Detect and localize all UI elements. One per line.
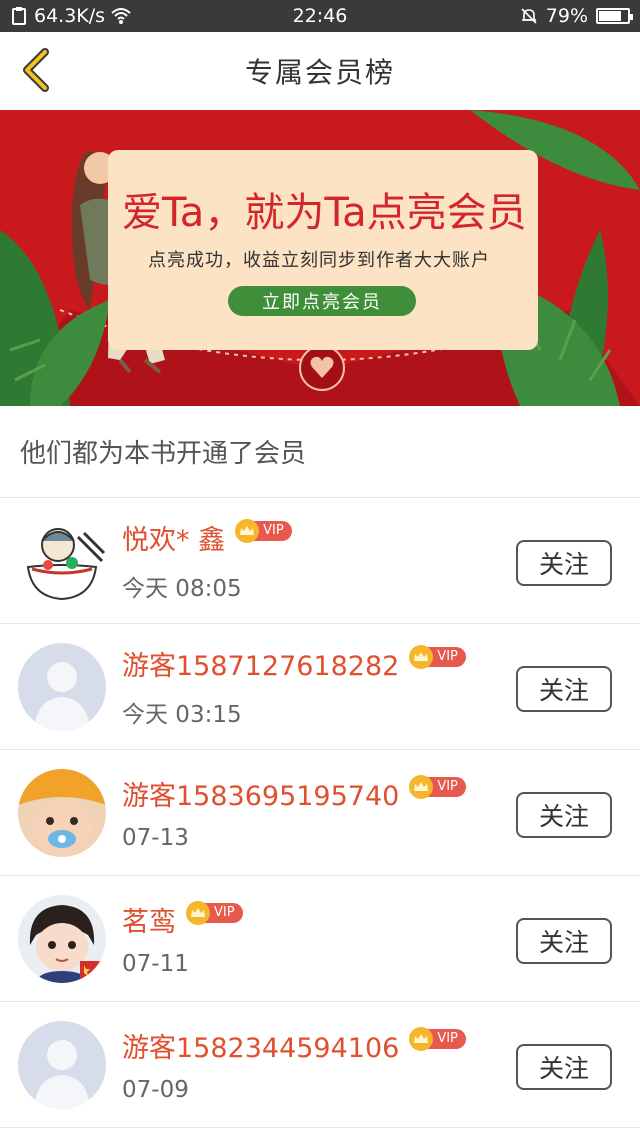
follow-button[interactable]: 关注 xyxy=(516,666,612,712)
vip-badge: VIP xyxy=(409,774,466,799)
nav-bar: 专属会员榜 xyxy=(0,32,640,110)
member-list: 悦欢* 鑫 VIP 今天 08:05 关注 游客1587127618282 VI… xyxy=(0,498,640,1128)
promo-banner[interactable]: 爱Ta，就为Ta点亮会员 点亮成功，收益立刻同步到作者大大账户 立即点亮会员 xyxy=(0,110,640,406)
cartoon-bowl-icon xyxy=(18,516,106,605)
default-person-icon xyxy=(18,642,106,731)
vip-badge: VIP xyxy=(409,1026,466,1051)
avatar[interactable] xyxy=(18,1020,106,1109)
clipboard-icon xyxy=(10,7,28,25)
avatar[interactable] xyxy=(18,894,106,983)
crown-icon xyxy=(409,774,434,799)
member-row[interactable]: 悦欢* 鑫 VIP 今天 08:05 关注 xyxy=(0,498,640,624)
member-row[interactable]: 游客1582344594106 VIP 07-09 关注 xyxy=(0,1002,640,1128)
page-title: 专属会员榜 xyxy=(244,56,395,89)
light-up-membership-button[interactable]: 立即点亮会员 xyxy=(228,286,416,316)
vip-badge: VIP xyxy=(186,900,243,925)
follow-button[interactable]: 关注 xyxy=(516,792,612,838)
member-row[interactable]: 游客1587127618282 VIP 今天 03:15 关注 xyxy=(0,624,640,750)
battery-icon xyxy=(596,8,633,24)
crown-icon xyxy=(409,1026,434,1051)
network-speed: 64.3K/s xyxy=(34,5,106,27)
member-name[interactable]: 游客1583695195740 xyxy=(122,774,399,813)
avatar[interactable] xyxy=(18,768,106,857)
girl-photo-icon xyxy=(18,894,106,983)
member-name[interactable]: 悦欢* 鑫 xyxy=(122,518,225,557)
member-name[interactable]: 游客1582344594106 xyxy=(122,1026,399,1065)
follow-button[interactable]: 关注 xyxy=(516,918,612,964)
crown-icon xyxy=(409,644,434,669)
section-title: 他们都为本书开通了会员 xyxy=(0,406,640,498)
chevron-left-icon xyxy=(23,48,49,92)
mute-bell-icon xyxy=(520,7,538,25)
follow-button[interactable]: 关注 xyxy=(516,540,612,586)
follow-button[interactable]: 关注 xyxy=(516,1044,612,1090)
crown-icon xyxy=(235,518,260,543)
status-bar: 64.3K/s 22:46 79% xyxy=(0,0,640,32)
banner-headline: 爱Ta，就为Ta点亮会员 xyxy=(122,190,527,236)
status-right: 79% xyxy=(520,5,633,27)
crown-icon xyxy=(186,900,210,925)
vip-badge: VIP xyxy=(235,518,292,543)
member-row[interactable]: 游客1583695195740 VIP 07-13 关注 xyxy=(0,750,640,876)
avatar[interactable] xyxy=(18,642,106,731)
avatar[interactable] xyxy=(18,516,106,605)
member-row[interactable]: 茗鸾 VIP 07-11 关注 xyxy=(0,876,640,1002)
vip-badge: VIP xyxy=(409,644,466,669)
member-name[interactable]: 游客1587127618282 xyxy=(122,644,399,683)
back-button[interactable] xyxy=(14,48,58,92)
banner-subtitle: 点亮成功，收益立刻同步到作者大大账户 xyxy=(148,250,490,271)
member-name[interactable]: 茗鸾 xyxy=(122,900,176,939)
wifi-icon xyxy=(111,7,131,25)
baby-photo-icon xyxy=(18,768,106,857)
default-person-icon xyxy=(18,1020,106,1109)
status-left: 64.3K/s xyxy=(10,5,131,27)
battery-percent: 79% xyxy=(545,5,588,27)
